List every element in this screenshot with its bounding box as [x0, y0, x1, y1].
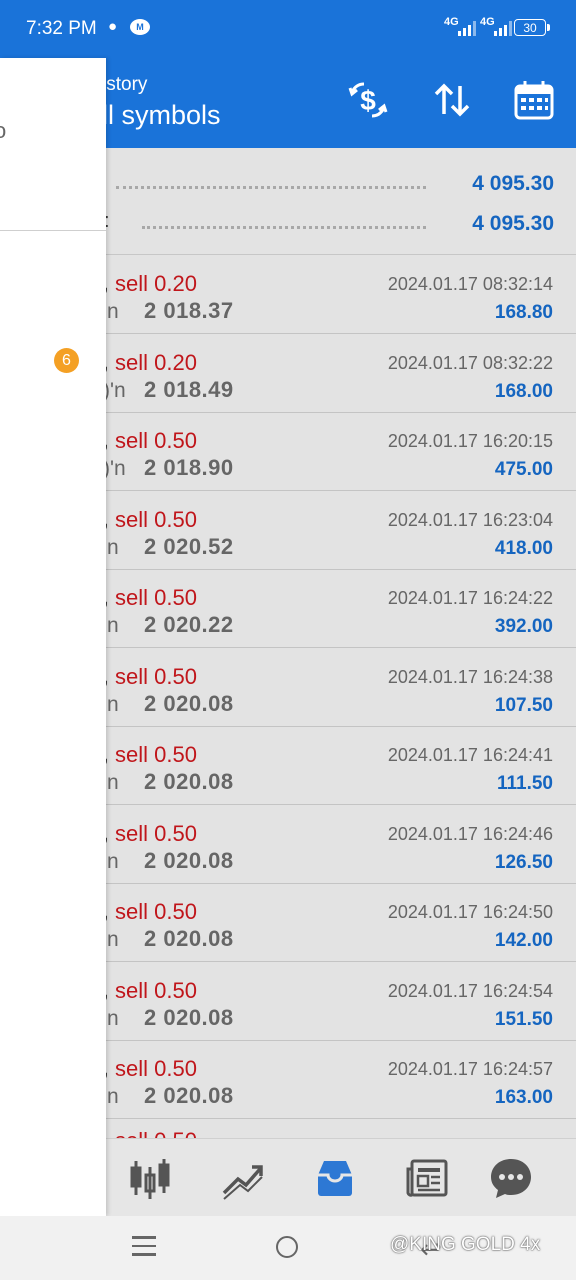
- svg-text:$: $: [360, 85, 376, 116]
- nav-quotes[interactable]: [125, 1153, 175, 1203]
- trade-price: 2 018.49: [144, 377, 234, 402]
- status-bar: 7:32 PM ● M 4G 4G 30: [0, 0, 576, 58]
- trade-type: sell 0.50: [115, 507, 197, 532]
- trade-profit: 111.50: [496, 773, 553, 794]
- trade-time: 2024.01.17 16:24:57: [387, 1059, 553, 1079]
- trade-time: 2024.01.17 16:23:04: [387, 510, 553, 530]
- trade-type: sell 0.50: [115, 664, 197, 689]
- calendar-icon: [514, 81, 554, 120]
- nav-trade[interactable]: [310, 1153, 360, 1203]
- navigation-drawer: o 6: [0, 58, 106, 1216]
- page-title: istory: [102, 74, 148, 95]
- drawer-header[interactable]: o: [0, 58, 106, 231]
- trade-profit: 168.00: [494, 381, 553, 402]
- trade-price: 2 020.08: [144, 1083, 234, 1108]
- news-icon: [406, 1159, 448, 1197]
- watermark: @KING GOLD 4x: [390, 1234, 541, 1255]
- trade-type: sell 0.50: [115, 899, 197, 924]
- trade-type: sell 0.20: [115, 271, 197, 296]
- trade-profit: 142.00: [494, 930, 553, 951]
- chart-icon: [222, 1165, 263, 1200]
- deposit-button[interactable]: $: [346, 78, 390, 122]
- trade-time: 2024.01.17 16:24:41: [387, 745, 553, 765]
- status-time: 7:32 PM: [26, 18, 97, 39]
- summary-row: 4 095.30: [104, 168, 554, 198]
- trade-price: 2 020.52: [144, 534, 234, 559]
- trade-price: 2 020.08: [144, 1005, 234, 1030]
- trade-price: 2 020.22: [144, 612, 234, 637]
- trade-price: 2 020.08: [144, 848, 234, 873]
- trade-type: sell 0.50: [115, 742, 197, 767]
- trade-profit: 163.00: [494, 1087, 553, 1108]
- trade-type: sell 0.50: [115, 585, 197, 610]
- trade-type: sell 0.20: [115, 350, 197, 375]
- trade-type: sell 0.50: [115, 428, 197, 453]
- chat-icon: [491, 1159, 531, 1198]
- calendar-button[interactable]: [512, 78, 556, 122]
- trade-time: 2024.01.17 16:24:54: [387, 981, 553, 1001]
- summary-value: 4 095.30: [472, 212, 554, 235]
- trade-type: sell 0.50: [115, 978, 197, 1003]
- sort-button[interactable]: [430, 78, 474, 122]
- recent-apps-button[interactable]: [132, 1236, 156, 1262]
- deposit-icon: $: [348, 82, 388, 118]
- trade-profit: 168.80: [494, 302, 553, 323]
- home-button[interactable]: [276, 1236, 298, 1258]
- trade-price-prefix: )'n: [103, 379, 126, 402]
- trade-time: 2024.01.17 16:24:46: [387, 824, 553, 844]
- network-type-1: 4G: [444, 16, 459, 28]
- trade-price: 2 018.37: [144, 298, 234, 323]
- signal-icon-2: [494, 20, 512, 36]
- trade-price: 2 020.08: [144, 691, 234, 716]
- app-notification-icon: M: [130, 19, 150, 35]
- trade-type: sell 0.50: [115, 1056, 197, 1081]
- notification-icon: ●: [108, 18, 118, 35]
- dot-leader: [142, 226, 426, 229]
- trade-price: 2 018.90: [144, 455, 234, 480]
- notification-badge: 6: [54, 348, 79, 373]
- nav-chat[interactable]: [486, 1153, 536, 1203]
- trade-type: sell 0.50: [115, 1128, 197, 1138]
- nav-chart[interactable]: [218, 1153, 268, 1203]
- trade-row-partial[interactable]: sell 0.50: [115, 1120, 205, 1138]
- network-type-2: 4G: [480, 16, 495, 28]
- trade-profit: 151.50: [494, 1009, 553, 1030]
- trade-type: sell 0.50: [115, 821, 197, 846]
- dot-leader: [116, 186, 426, 189]
- trade-icon: [318, 1161, 352, 1196]
- symbol-filter[interactable]: ll symbols: [102, 100, 221, 131]
- trade-time: 2024.01.17 16:24:50: [387, 902, 553, 922]
- trade-time: 2024.01.17 16:20:15: [387, 431, 553, 451]
- sort-icon: [434, 83, 470, 117]
- signal-icon-1: [458, 20, 476, 36]
- quotes-icon: [130, 1159, 170, 1199]
- summary-row: : 4 095.30: [104, 208, 554, 238]
- system-nav-bar: ↩ @KING GOLD 4x: [0, 1216, 576, 1280]
- nav-news[interactable]: [402, 1153, 452, 1203]
- trade-profit: 475.00: [494, 459, 553, 480]
- battery-icon: 30: [514, 19, 550, 36]
- trade-time: 2024.01.17 16:24:22: [387, 588, 553, 608]
- trade-profit: 392.00: [494, 616, 553, 637]
- trade-time: 2024.01.17 16:24:38: [387, 667, 553, 687]
- trade-price-prefix: )'n: [103, 457, 126, 480]
- summary-value: 4 095.30: [472, 172, 554, 195]
- trade-profit: 418.00: [494, 538, 553, 559]
- drawer-account-glyph: o: [0, 118, 7, 143]
- trade-time: 2024.01.17 08:32:22: [387, 353, 553, 373]
- trade-profit: 107.50: [494, 695, 553, 716]
- trade-profit: 126.50: [494, 852, 553, 873]
- trade-price: 2 020.08: [144, 769, 234, 794]
- trade-price: 2 020.08: [144, 926, 234, 951]
- trade-time: 2024.01.17 08:32:14: [387, 274, 553, 294]
